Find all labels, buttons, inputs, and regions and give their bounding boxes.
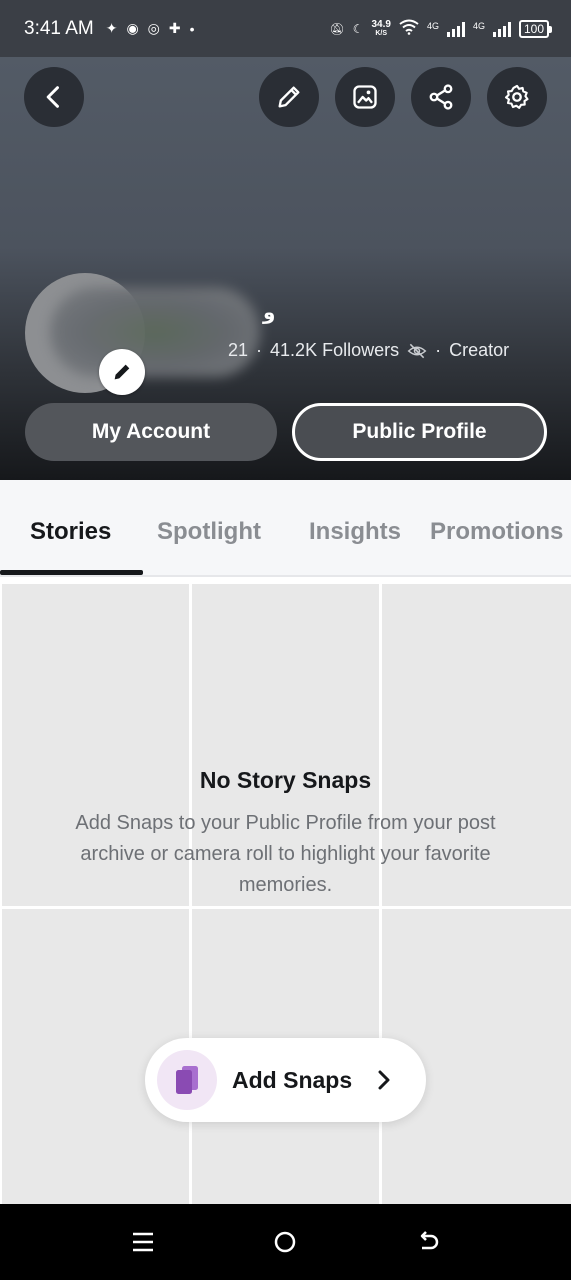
sync-icon: ✦ <box>105 20 118 36</box>
tab-stories[interactable]: Stories <box>30 518 111 546</box>
gear-icon <box>504 84 529 109</box>
profile-header: ﻭ 21 · 41.2K Followers · Creator My Acco… <box>0 57 571 480</box>
followers-count: 41.2K Followers <box>270 340 400 360</box>
puzzle-icon: ✚ <box>168 20 181 36</box>
tab-insights[interactable]: Insights <box>309 518 401 546</box>
status-time: 3:41 AM <box>24 17 94 39</box>
chevron-right-icon <box>378 1070 390 1090</box>
back-button[interactable] <box>24 67 84 127</box>
moon-icon: ☾ <box>352 21 364 36</box>
my-account-button[interactable]: My Account <box>25 403 277 461</box>
home-button[interactable] <box>269 1226 301 1258</box>
network-type-2: 4G <box>472 21 485 31</box>
add-snaps-label: Add Snaps <box>232 1066 353 1093</box>
share-button[interactable] <box>411 67 471 127</box>
subscriber-count-fragment: 21 <box>228 340 249 360</box>
tab-promotions[interactable]: Promotions <box>430 518 563 546</box>
active-tab-indicator <box>0 570 143 575</box>
blurred-name <box>50 287 260 377</box>
snaps-stack-icon <box>176 1066 198 1094</box>
share-icon <box>429 84 453 110</box>
role-label: Creator <box>449 340 510 360</box>
system-icons: 🔕︎ ☾ 34.9 K/S 4G 4G 100 <box>329 18 553 38</box>
status-bar: 3:41 AM ✦ ◉ ◎ ✚ • 🔕︎ ☾ 34.9 K/S 4G 4G 10… <box>0 0 571 57</box>
signal-icon <box>446 21 465 37</box>
system-navigation-bar <box>0 1204 571 1280</box>
network-type-1: 4G <box>426 21 439 31</box>
mute-icon: 🔕︎ <box>329 21 345 36</box>
tab-spotlight[interactable]: Spotlight <box>157 518 261 546</box>
back-nav-icon <box>420 1231 439 1250</box>
browser-icon: ◎ <box>147 20 160 36</box>
image-icon <box>353 85 377 109</box>
add-snaps-button[interactable]: Add Snaps <box>145 1038 426 1122</box>
back-nav-button[interactable] <box>412 1226 444 1258</box>
wifi-icon <box>399 19 419 38</box>
empty-state-title: No Story Snaps <box>199 767 372 793</box>
whatsapp-icon: ◉ <box>126 20 139 36</box>
edit-profile-button[interactable] <box>259 67 319 127</box>
notification-icons: ✦ ◉ ◎ ✚ • <box>106 20 195 37</box>
profile-tabs: Stories Spotlight Insights Promotions <box>0 480 571 577</box>
add-snaps-icon-wrap <box>157 1050 217 1110</box>
recent-apps-button[interactable] <box>127 1226 159 1258</box>
public-profile-button[interactable]: Public Profile <box>292 403 547 461</box>
pencil-icon <box>278 86 300 108</box>
edit-avatar-button[interactable] <box>99 349 145 395</box>
pencil-icon <box>114 364 130 380</box>
settings-button[interactable] <box>487 67 547 127</box>
network-speed: 34.9 K/S <box>371 18 391 37</box>
battery-indicator: 100 <box>518 19 553 38</box>
change-background-button[interactable] <box>335 67 395 127</box>
home-circle-icon <box>274 1231 296 1253</box>
dot-icon: • <box>189 20 195 37</box>
empty-state-description: Add Snaps to your Public Profile from yo… <box>75 812 496 896</box>
signal-icon-2 <box>492 21 511 37</box>
back-arrow-icon <box>46 86 59 108</box>
profile-name-fragment: ﻭ <box>263 302 276 324</box>
profile-stats: 21 · 41.2K Followers · Creator <box>228 340 510 361</box>
eye-off-icon[interactable] <box>407 341 427 361</box>
menu-icon <box>133 1232 153 1252</box>
